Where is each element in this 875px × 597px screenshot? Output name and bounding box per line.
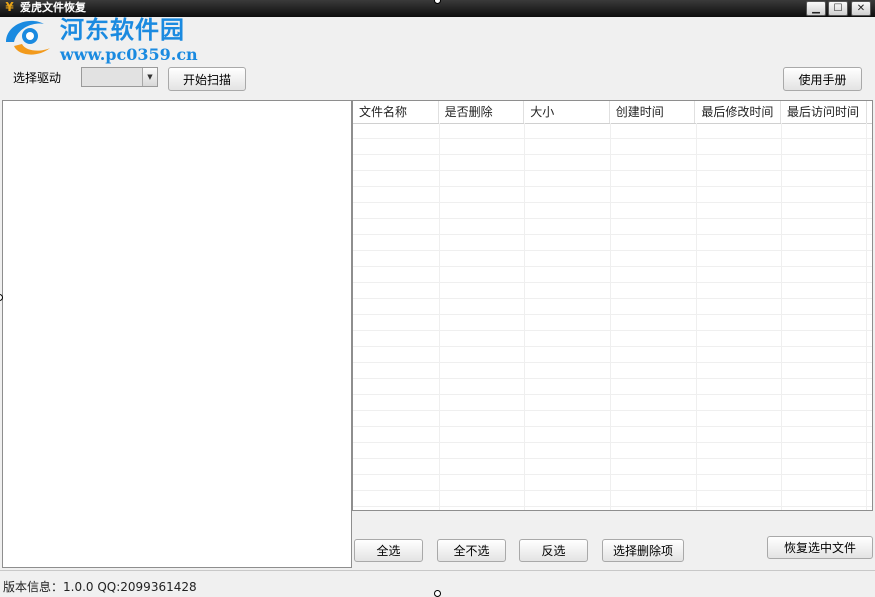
column-divider: [610, 123, 611, 510]
maximize-button[interactable]: ☐: [828, 1, 848, 16]
watermark-logo-icon: [0, 12, 58, 62]
table-header: 文件名称 是否删除 大小 创建时间 最后修改时间 最后访问时间: [353, 101, 872, 124]
column-divider: [781, 123, 782, 510]
watermark-site-url: www.pc0359.cn: [60, 45, 198, 64]
file-list-table[interactable]: 文件名称 是否删除 大小 创建时间 最后修改时间 最后访问时间: [352, 100, 873, 511]
column-header-deleted[interactable]: 是否删除: [439, 101, 525, 123]
chevron-down-icon[interactable]: ▼: [142, 68, 157, 86]
table-body[interactable]: [353, 123, 872, 511]
column-header-modified[interactable]: 最后修改时间: [695, 101, 781, 123]
column-divider: [866, 123, 867, 510]
close-icon: ✕: [857, 4, 865, 14]
column-divider: [439, 123, 440, 510]
drive-select[interactable]: ▼: [81, 67, 158, 87]
user-manual-button[interactable]: 使用手册: [783, 67, 862, 91]
recover-selected-button[interactable]: 恢复选中文件: [767, 536, 873, 559]
column-header-filename[interactable]: 文件名称: [353, 101, 439, 123]
minimize-button[interactable]: ▁: [806, 1, 826, 16]
select-deleted-button[interactable]: 选择删除项: [602, 539, 684, 562]
invert-selection-button[interactable]: 反选: [519, 539, 588, 562]
maximize-icon: ☐: [834, 4, 843, 14]
watermark: 河东软件园 www.pc0359.cn: [0, 4, 200, 66]
start-scan-button[interactable]: 开始扫描: [168, 67, 246, 91]
drive-label: 选择驱动: [13, 69, 61, 86]
select-all-button[interactable]: 全选: [354, 539, 423, 562]
column-divider: [524, 123, 525, 510]
column-header-created[interactable]: 创建时间: [610, 101, 696, 123]
close-button[interactable]: ✕: [851, 1, 871, 16]
select-none-button[interactable]: 全不选: [437, 539, 506, 562]
column-header-accessed[interactable]: 最后访问时间: [781, 101, 867, 123]
directory-tree-panel[interactable]: [2, 100, 352, 568]
watermark-site-name: 河东软件园: [60, 10, 185, 45]
column-header-size[interactable]: 大小: [524, 101, 610, 123]
column-divider: [696, 123, 697, 510]
version-info: 版本信息：1.0.0 QQ:2099361428: [3, 578, 197, 595]
minimize-icon: ▁: [812, 4, 820, 14]
